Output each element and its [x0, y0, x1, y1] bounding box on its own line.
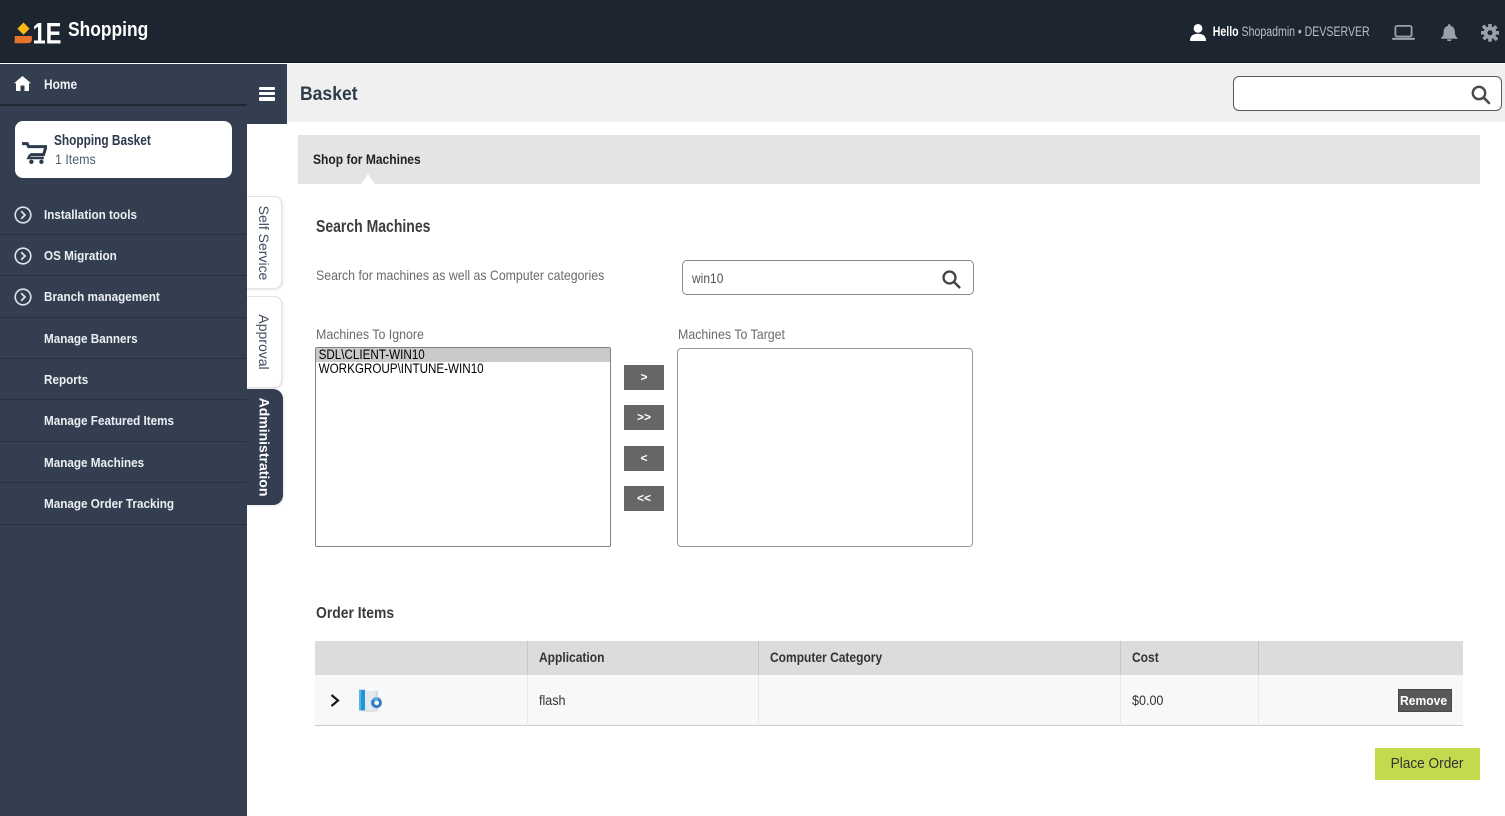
svg-text:1E: 1E [33, 17, 62, 47]
